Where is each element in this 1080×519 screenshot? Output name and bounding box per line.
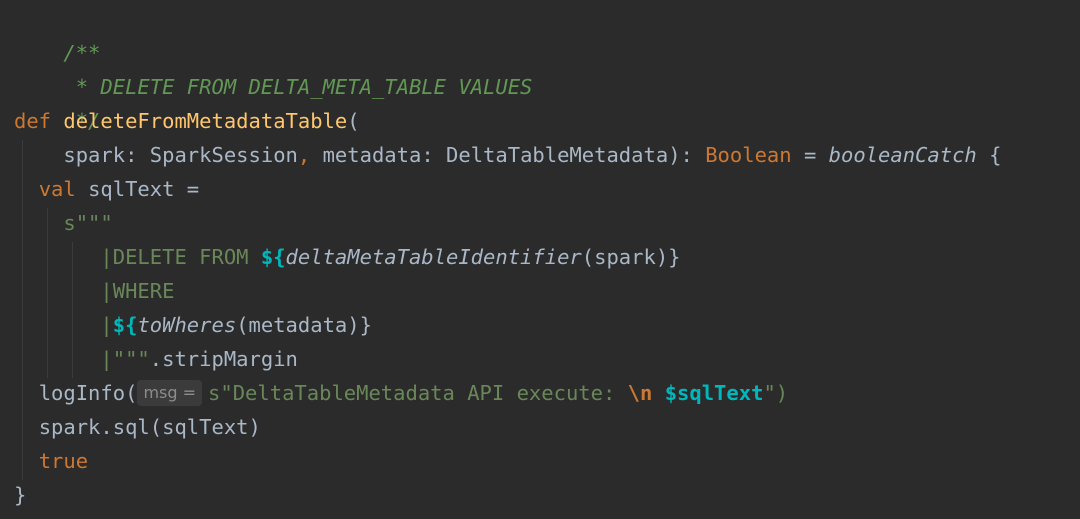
margin-bar: | — [100, 347, 113, 371]
interp-open: ${ — [112, 313, 138, 337]
spark-sql-call: spark.sql(sqlText) — [38, 415, 261, 439]
margin-bar: | — [100, 313, 113, 337]
code-line-6[interactable]: val sqlText = — [14, 172, 199, 206]
type-spark-session: SparkSession — [149, 143, 298, 167]
val-keyword: val — [38, 177, 89, 201]
code-line-15[interactable]: } — [14, 478, 26, 512]
triple-quote-close: """ — [112, 347, 150, 371]
margin-bar: | — [100, 245, 113, 269]
code-line-8[interactable]: |DELETE FROM ${deltaMetaTableIdentifier(… — [14, 240, 681, 274]
to-wheres-call: toWheres — [137, 313, 237, 337]
string-prefix: s""" — [63, 211, 113, 235]
function-name: deleteFromMetadataTable — [63, 109, 348, 133]
code-editor[interactable]: /** * DELETE FROM DELTA_META_TABLE VALUE… — [0, 0, 1080, 519]
equals: = — [791, 143, 829, 167]
def-keyword: def — [14, 109, 64, 133]
close-quote: ") — [763, 381, 789, 405]
brace-close: } — [14, 483, 27, 507]
true-keyword: true — [38, 449, 89, 473]
code-line-1[interactable]: /** — [14, 2, 100, 65]
code-line-14[interactable]: true — [14, 444, 88, 478]
interp-close: } — [359, 313, 372, 337]
code-line-7[interactable]: s""" — [14, 206, 113, 240]
code-line-4[interactable]: def deleteFromMetadataTable( — [14, 104, 360, 138]
doc-comment-body: * DELETE FROM DELTA_META_TABLE VALUES — [63, 75, 533, 99]
loginfo-call: logInfo( — [38, 381, 138, 405]
interp-sqltext: $sqlText — [664, 381, 764, 405]
call-args: (metadata) — [236, 313, 360, 337]
code-line-5[interactable]: spark: SparkSession, metadata: DeltaTabl… — [14, 138, 1001, 172]
log-message-text: DeltaTableMetadata API execute: — [232, 381, 628, 405]
code-line-2[interactable]: * DELETE FROM DELTA_META_TABLE VALUES — [14, 36, 533, 99]
brace-open: { — [976, 143, 1002, 167]
code-line-11[interactable]: |""".stripMargin — [14, 342, 298, 376]
interp-close: } — [668, 245, 681, 269]
code-line-12[interactable]: logInfo(msg = s"DeltaTableMetadata API ex… — [14, 376, 788, 410]
colon: : — [421, 143, 447, 167]
code-line-3[interactable]: */ — [14, 70, 101, 133]
paren-open: ( — [347, 109, 360, 133]
boolean-catch-call: booleanCatch — [828, 143, 977, 167]
return-type-boolean: Boolean — [705, 143, 792, 167]
type-delta-table-metadata: DeltaTableMetadata — [446, 143, 669, 167]
call-args: (spark) — [581, 245, 669, 269]
code-line-9[interactable]: |WHERE — [14, 274, 174, 308]
delta-meta-table-identifier-call: deltaMetaTableIdentifier — [285, 245, 582, 269]
code-line-13[interactable]: spark.sql(sqlText) — [14, 410, 261, 444]
param-metadata: metadata — [322, 143, 422, 167]
newline-escape: \n — [627, 381, 653, 405]
param-spark: spark — [63, 143, 126, 167]
code-line-10[interactable]: |${toWheres(metadata)} — [14, 308, 372, 342]
comma: , — [297, 143, 323, 167]
interp-open: ${ — [260, 245, 286, 269]
string-s-quote: s" — [208, 381, 233, 405]
parameter-hint-msg: msg = — [137, 380, 203, 406]
sql-where: WHERE — [112, 279, 175, 303]
margin-bar: | — [100, 279, 113, 303]
close-paren-colon: ): — [668, 143, 706, 167]
colon: : — [125, 143, 150, 167]
sql-delete-from: DELETE FROM — [112, 245, 261, 269]
val-name: sqlText = — [88, 177, 200, 201]
strip-margin-call: .stripMargin — [149, 347, 298, 371]
